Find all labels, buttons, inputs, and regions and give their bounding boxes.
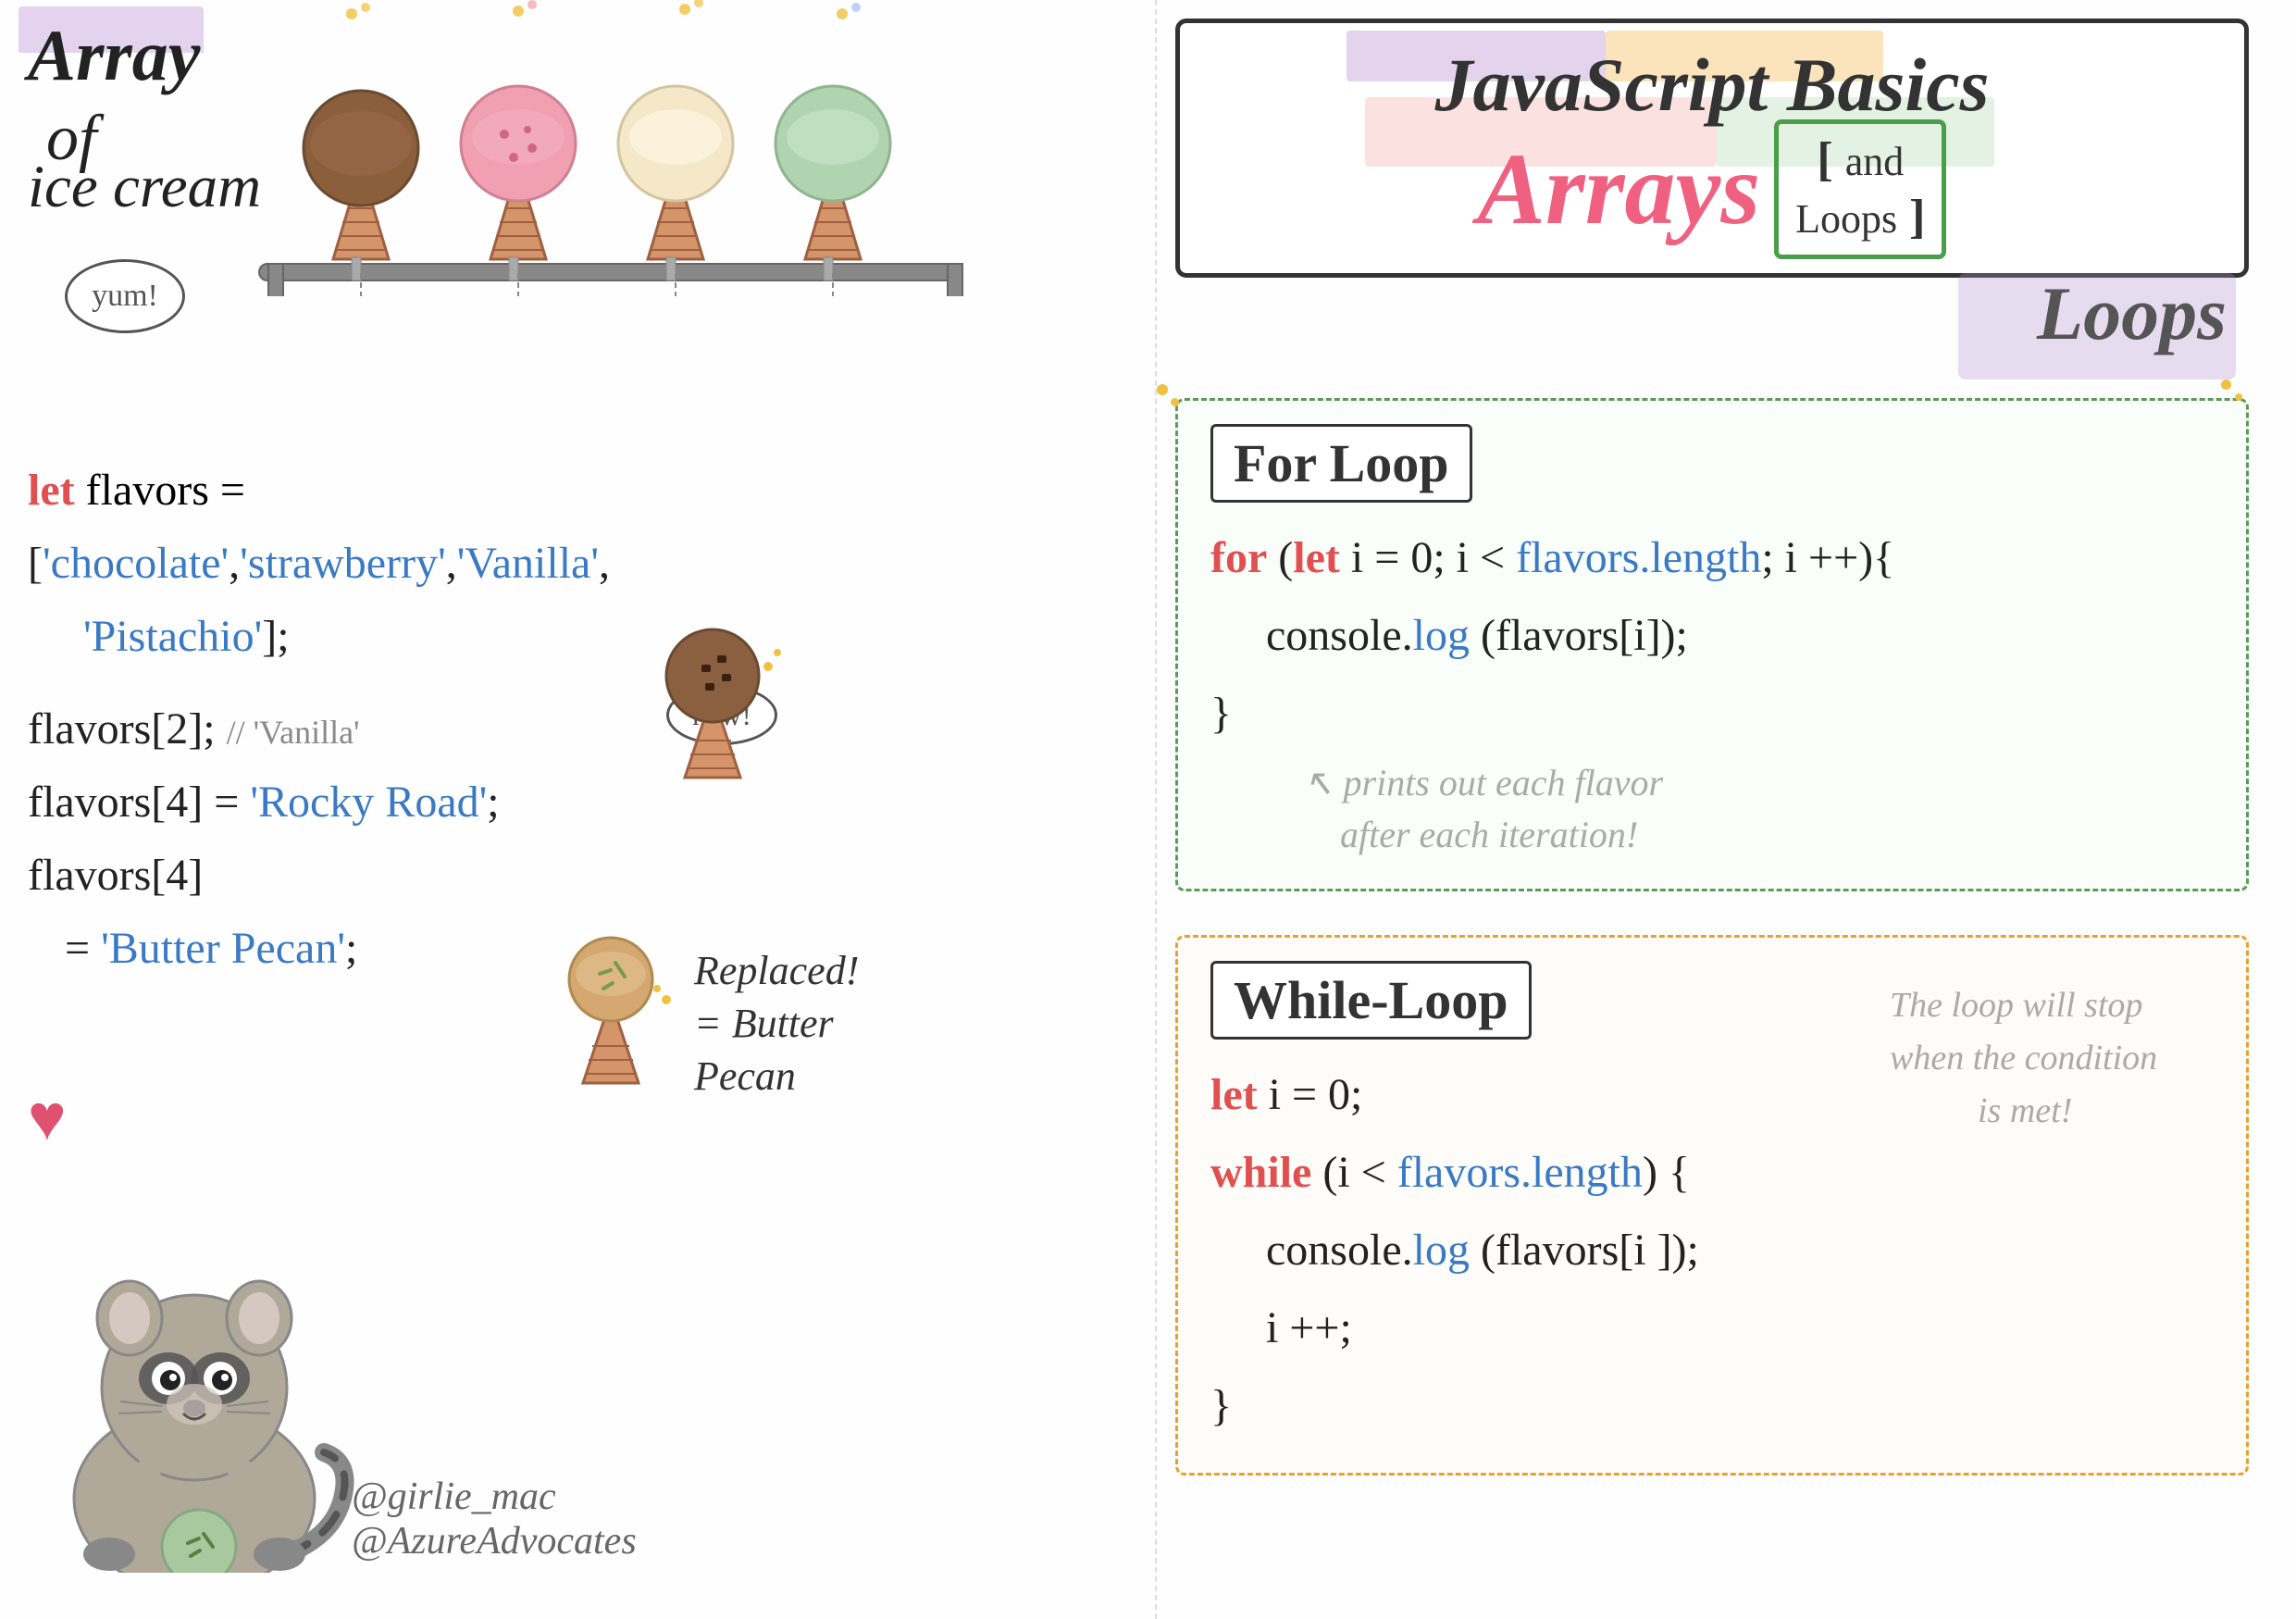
flavors-4-rocky-line: flavors[4] = 'Rocky Road'; [28,766,610,839]
for-length: flavors.length [1516,533,1761,582]
let-keyword: let [28,466,75,515]
left-code-section: let flavors = ['chocolate','strawberry',… [28,454,610,985]
dot-2 [1171,398,1179,406]
butter-pecan-val: 'Butter Pecan' [101,924,345,973]
while-loop-code: let i = 0; while (i < flavors.length) { … [1210,1056,1871,1445]
svg-text:)): )) [125,1566,155,1573]
chocolate-val: 'chocolate' [43,539,229,588]
arrays-title: Arrays [1478,131,1761,248]
flavors-2-line: flavors[2]; // 'Vanilla' [28,692,610,766]
while-line-5: } [1210,1367,1871,1445]
attribution-line2: @AzureAdvocates [352,1519,637,1563]
while-keyword: while [1210,1148,1311,1197]
yum-text: yum! [92,279,158,314]
while-line-3: console.log (flavors[i ]); [1210,1212,1871,1289]
for-keyword: for [1210,533,1267,582]
heart-decoration: ♥ [28,1082,67,1156]
dot-3 [2221,380,2231,390]
for-loop-note: ↖ prints out each flavor after each iter… [1210,757,2214,861]
while-log: log [1413,1226,1470,1275]
for-loop-label: For Loop [1210,424,1472,503]
raccoon-illustration: )) [19,1202,370,1573]
strawberry-val: 'strawberry' [240,539,446,588]
for-line-2: console.log (flavors[i]); [1210,597,2214,675]
while-length: flavors.length [1397,1148,1643,1197]
while-line-4: i ++; [1210,1289,1871,1367]
attribution-line1: @girlie_mac [352,1475,637,1519]
array-declaration: ['chocolate','strawberry','Vanilla', [28,527,610,600]
js-basics-title: JavaScript Basics [1212,42,2212,129]
flavors-4-line: flavors[4] [28,839,610,912]
for-loop-code: for (let i = 0; i < flavors.length; i ++… [1210,519,2214,753]
while-loop-note: The loop will stopwhen the condition is … [1890,961,2214,1138]
js-title-box: JavaScript Basics Arrays [ andLoops ] [1175,19,2249,278]
rocky-road-val: 'Rocky Road' [250,778,487,827]
for-let-keyword: let [1293,533,1340,582]
vanilla-val: 'Vanilla' [457,539,599,588]
for-loop-section: For Loop for (let i = 0; i < flavors.len… [1175,398,2249,891]
butter-pecan-line: = 'Butter Pecan'; [28,912,610,985]
divider [1155,0,1158,1619]
while-loop-label: While-Loop [1210,961,1532,1040]
dot-4 [2235,393,2242,401]
while-line-1: let i = 0; [1210,1056,1871,1134]
let-flavors-line: let flavors = [28,454,610,527]
rocky-road-cone [629,592,814,796]
for-log: log [1413,611,1470,660]
for-line-1: for (let i = 0; i < flavors.length; i ++… [1210,519,2214,597]
pistachio-val: 'Pistachio' [83,612,262,661]
array-word: Array [28,15,200,95]
flavors-2-code: flavors[2]; [28,704,216,753]
attribution: @girlie_mac @AzureAdvocates [352,1475,637,1563]
pistachio-line: 'Pistachio']; [28,600,610,673]
butter-pecan-cone [537,907,703,1092]
while-loop-section: While-Loop let i = 0; while (i < flavors… [1175,935,2249,1476]
replaced-label: Replaced!= ButterPecan [694,944,859,1103]
vanilla-comment: // 'Vanilla' [227,714,360,751]
ice-cream-illustration: [0] [1] [2] [3] [167,0,999,296]
for-line-3: } [1210,675,2214,753]
brackets-box: [ andLoops ] [1774,119,1946,259]
dot-1 [1157,384,1168,395]
array-title: Array [28,14,200,97]
while-line-2: while (i < flavors.length) { [1210,1134,1871,1212]
loops-label: Loops [2037,270,2227,357]
flavors-eq: flavors = [75,466,245,515]
while-let-keyword: let [1210,1070,1258,1119]
page: Array of ice cream yum! [0,0,2296,1619]
